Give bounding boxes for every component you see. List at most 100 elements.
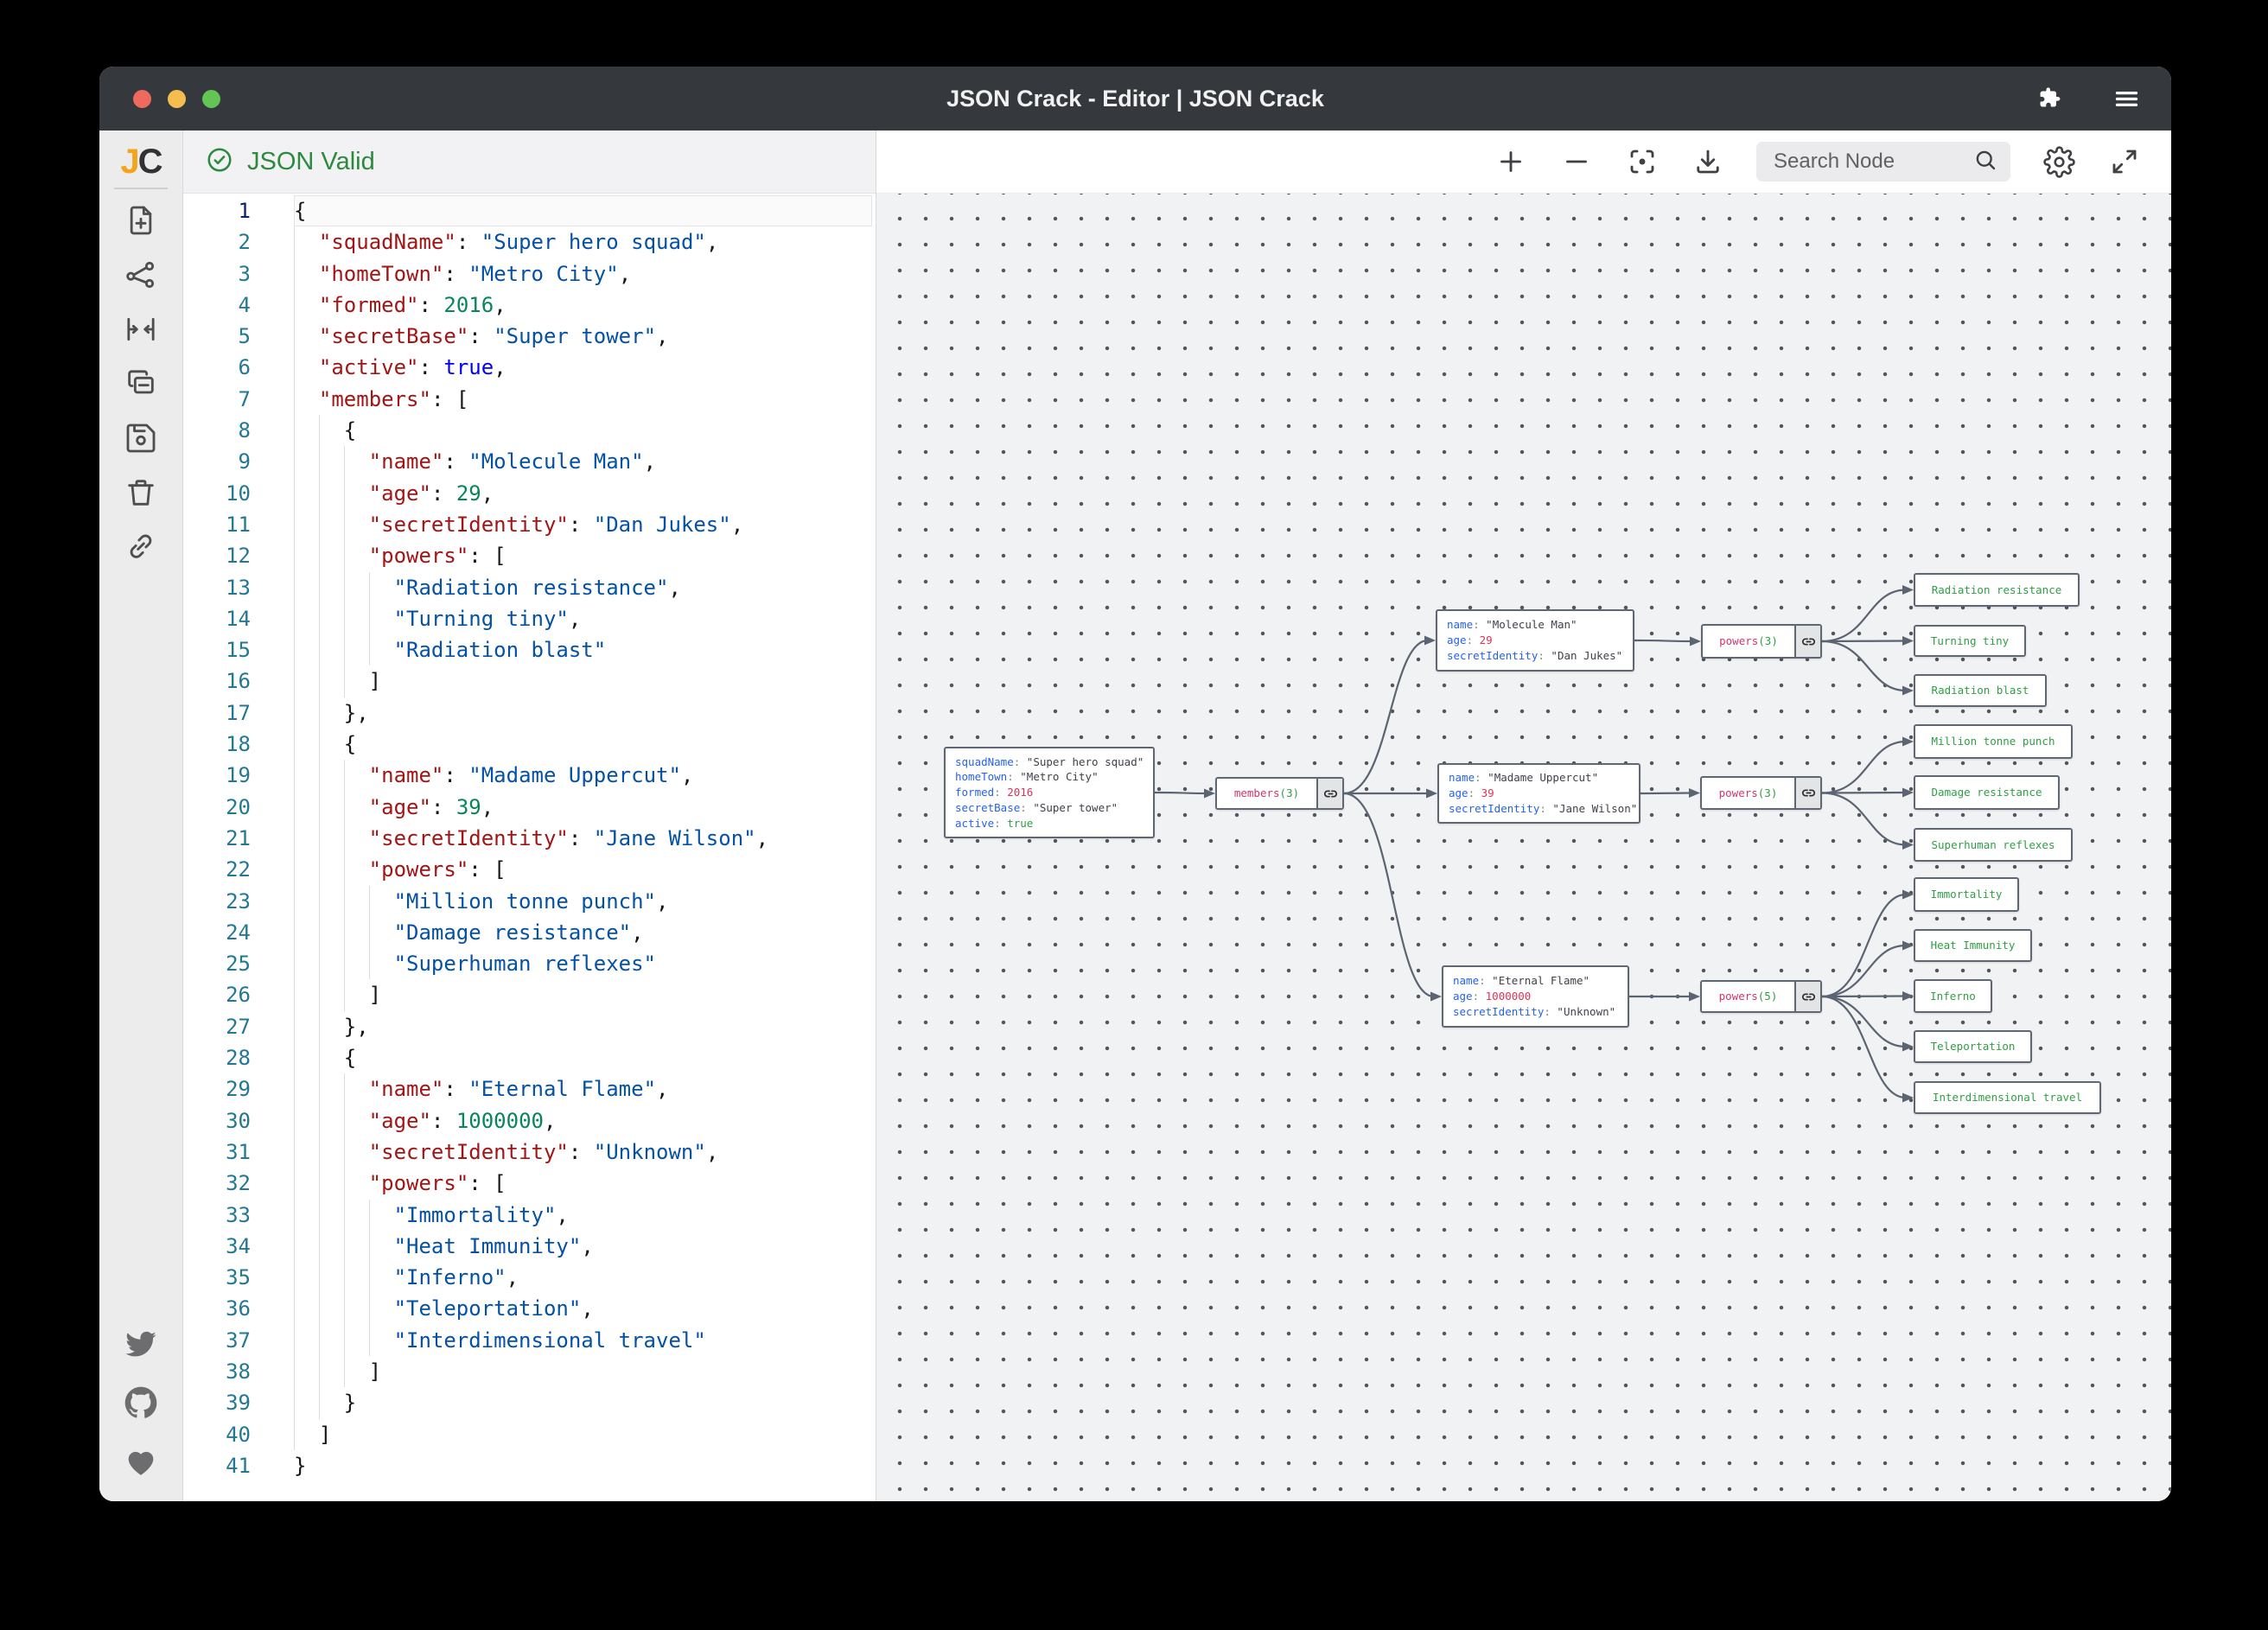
editor-line[interactable]: 29"name": "Eternal Flame", [183, 1073, 876, 1105]
editor-line[interactable]: 10"age": 29, [183, 478, 876, 509]
save-icon[interactable] [122, 419, 160, 457]
search-node-input[interactable] [1772, 149, 1964, 175]
editor-line[interactable]: 25"Superhuman reflexes" [183, 948, 876, 979]
graph-node-root[interactable]: squadName: "Super hero squad"homeTown: "… [944, 747, 1155, 838]
editor-line[interactable]: 37"Interdimensional travel" [183, 1325, 876, 1356]
editor-line[interactable]: 15"Radiation blast" [183, 634, 876, 665]
editor-line[interactable]: 17}, [183, 697, 876, 729]
expand-link-icon[interactable] [1794, 626, 1820, 657]
editor-line[interactable]: 23"Million tonne punch", [183, 886, 876, 917]
indent-guide [319, 603, 344, 634]
share-link-icon[interactable] [122, 528, 160, 566]
graph-node-p2b[interactable]: Damage resistance [1914, 775, 2060, 810]
editor-line[interactable]: 8{ [183, 415, 876, 446]
editor-line[interactable]: 1{ [183, 195, 876, 226]
search-icon[interactable] [1972, 147, 1998, 177]
center-view-icon[interactable] [122, 310, 160, 348]
editor-line[interactable]: 24"Damage resistance", [183, 917, 876, 948]
editor-line[interactable]: 35"Inferno", [183, 1262, 876, 1293]
graph-node-p2a[interactable]: Million tonne punch [1914, 724, 2073, 759]
download-icon[interactable] [1691, 144, 1725, 179]
jsoncrack-logo[interactable]: JC [120, 141, 161, 188]
node-row: squadName: "Super hero squad" [955, 755, 1144, 770]
editor-line[interactable]: 28{ [183, 1042, 876, 1073]
graph-node-p3c[interactable]: Inferno [1914, 979, 1992, 1013]
editor-line[interactable]: 13"Radiation resistance", [183, 572, 876, 603]
graph-edge [1822, 641, 1906, 642]
delete-trash-icon[interactable] [122, 474, 160, 512]
editor-line[interactable]: 20"age": 39, [183, 792, 876, 823]
editor-line[interactable]: 21"secretIdentity": "Jane Wilson", [183, 823, 876, 854]
new-file-icon[interactable] [122, 201, 160, 239]
json-code-editor[interactable]: 1{2"squadName": "Super hero squad",3"hom… [183, 194, 876, 1501]
graph-node-powers2[interactable]: powers (3) [1700, 776, 1822, 810]
editor-line[interactable]: 2"squadName": "Super hero squad", [183, 226, 876, 258]
graph-node-m1[interactable]: name: "Molecule Man"age: 29secretIdentit… [1436, 609, 1634, 672]
editor-line[interactable]: 5"secretBase": "Super tower", [183, 321, 876, 352]
editor-line[interactable]: 41} [183, 1450, 876, 1481]
graph-node-p3a[interactable]: Immortality [1914, 877, 2019, 912]
editor-line[interactable]: 19"name": "Madame Uppercut", [183, 760, 876, 791]
editor-line[interactable]: 32"powers": [ [183, 1168, 876, 1199]
editor-line[interactable]: 7"members": [ [183, 384, 876, 415]
graph-node-powers1[interactable]: powers (3) [1701, 624, 1822, 659]
graph-node-p1c[interactable]: Radiation blast [1914, 674, 2047, 707]
editor-line[interactable]: 4"formed": 2016, [183, 290, 876, 321]
fullscreen-icon[interactable] [2107, 144, 2142, 179]
editor-line[interactable]: 40] [183, 1419, 876, 1450]
editor-line[interactable]: 3"homeTown": "Metro City", [183, 258, 876, 290]
expand-link-icon[interactable] [1316, 779, 1342, 808]
editor-line[interactable]: 39} [183, 1387, 876, 1418]
copy-icon[interactable] [122, 365, 160, 403]
editor-line[interactable]: 33"Immortality", [183, 1200, 876, 1231]
editor-line[interactable]: 16] [183, 665, 876, 697]
graph-canvas[interactable]: squadName: "Super hero squad"homeTown: "… [876, 194, 2171, 1501]
focus-view-icon[interactable] [1625, 144, 1660, 179]
menu-hamburger-icon[interactable] [2109, 81, 2144, 116]
graph-edge [1822, 895, 1906, 996]
editor-line[interactable]: 27}, [183, 1011, 876, 1042]
editor-line[interactable]: 9"name": "Molecule Man", [183, 446, 876, 477]
github-icon[interactable] [122, 1384, 160, 1422]
editor-line[interactable]: 31"secretIdentity": "Unknown", [183, 1137, 876, 1168]
graph-node-p2c[interactable]: Superhuman reflexes [1914, 828, 2073, 862]
indent-guide [344, 979, 369, 1010]
editor-line[interactable]: 6"active": true, [183, 352, 876, 383]
editor-line[interactable]: 14"Turning tiny", [183, 603, 876, 634]
editor-line[interactable]: 26] [183, 979, 876, 1010]
graph-view-icon[interactable] [122, 256, 160, 294]
editor-line[interactable]: 22"powers": [ [183, 854, 876, 885]
graph-node-p3d[interactable]: Teleportation [1914, 1030, 2032, 1063]
line-number: 3 [183, 258, 275, 290]
line-number: 34 [183, 1231, 275, 1262]
expand-link-icon[interactable] [1794, 982, 1820, 1011]
zoom-out-icon[interactable] [1559, 144, 1594, 179]
indent-guide [319, 1011, 344, 1042]
editor-line[interactable]: 36"Teleportation", [183, 1293, 876, 1324]
editor-status-bar: JSON Valid [183, 131, 876, 194]
editor-line[interactable]: 11"secretIdentity": "Dan Jukes", [183, 509, 876, 540]
editor-line[interactable]: 34"Heat Immunity", [183, 1231, 876, 1262]
editor-line[interactable]: 30"age": 1000000, [183, 1105, 876, 1137]
graph-node-p1a[interactable]: Radiation resistance [1914, 573, 2080, 607]
graph-node-powers3[interactable]: powers (5) [1700, 980, 1822, 1013]
editor-line[interactable]: 38] [183, 1356, 876, 1387]
expand-link-icon[interactable] [1794, 778, 1820, 808]
graph-edge [1822, 641, 1906, 691]
sponsor-heart-icon[interactable] [122, 1442, 160, 1480]
settings-gear-icon[interactable] [2042, 144, 2076, 179]
editor-line[interactable]: 12"powers": [ [183, 540, 876, 571]
graph-node-p3e[interactable]: Interdimensional travel [1914, 1081, 2101, 1114]
editor-line[interactable]: 18{ [183, 729, 876, 760]
graph-node-p1b[interactable]: Turning tiny [1914, 625, 2026, 657]
zoom-in-icon[interactable] [1494, 144, 1528, 179]
graph-node-p3b[interactable]: Heat Immunity [1914, 929, 2032, 962]
indent-guide [344, 1325, 369, 1356]
search-node-box[interactable] [1756, 142, 2010, 181]
edge-arrowhead [1902, 840, 1914, 850]
graph-node-m3[interactable]: name: "Eternal Flame"age: 1000000secretI… [1442, 965, 1629, 1028]
extension-puzzle-icon[interactable] [2031, 81, 2066, 116]
graph-node-members[interactable]: members (3) [1215, 777, 1344, 810]
twitter-icon[interactable] [122, 1325, 160, 1363]
graph-node-m2[interactable]: name: "Madame Uppercut"age: 39secretIden… [1437, 763, 1640, 824]
